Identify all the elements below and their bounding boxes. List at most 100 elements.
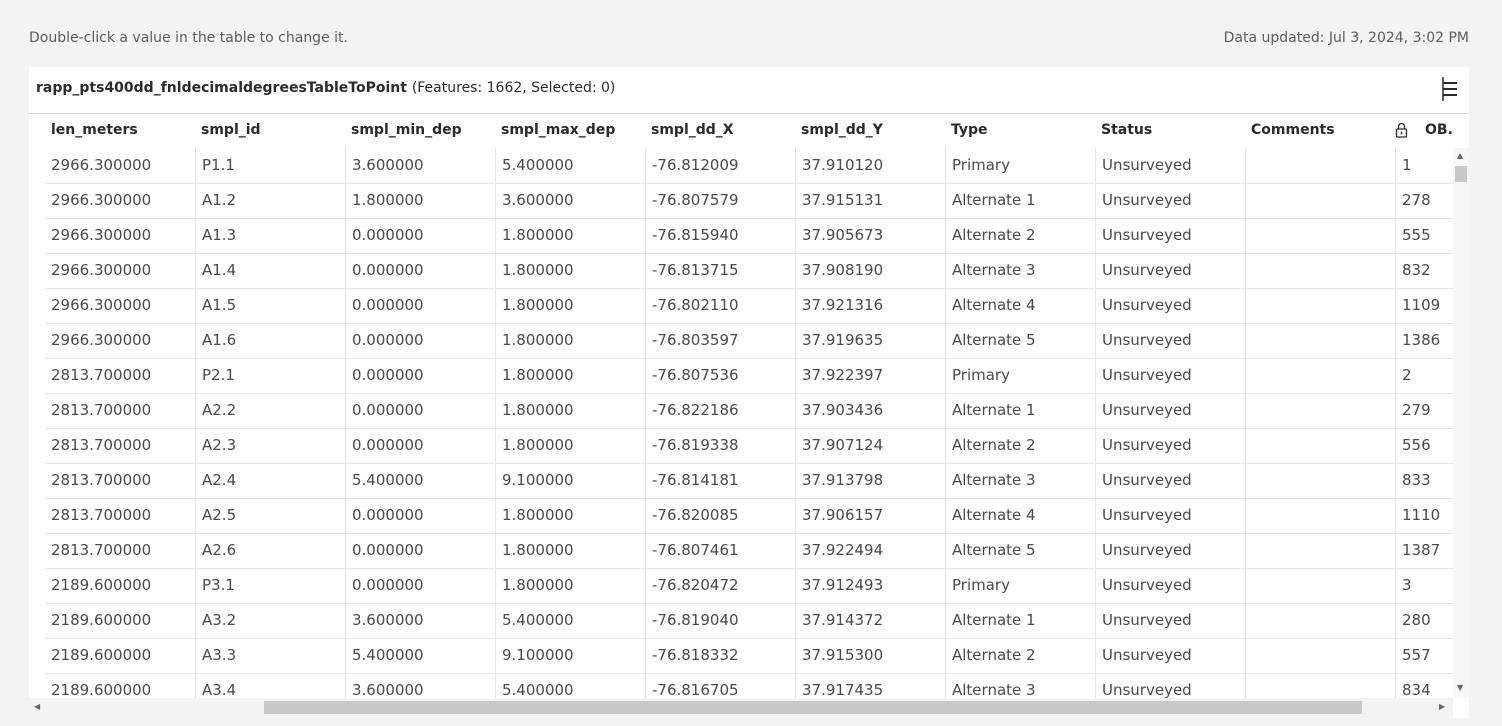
column-header-smpl-max-dep[interactable]: smpl_max_dep — [501, 122, 615, 138]
table-cell-smpl-max-dep[interactable]: 5.400000 — [495, 603, 645, 638]
table-cell-smpl-dd-x[interactable]: -76.819040 — [645, 603, 795, 638]
table-row[interactable]: 2813.700000 A2.3 0.000000 1.800000 -76.81933… — [45, 428, 1453, 464]
table-cell-comments[interactable] — [1245, 183, 1395, 218]
table-cell-smpl-dd-y[interactable]: 37.914372 — [795, 603, 945, 638]
table-cell-status[interactable]: Unsurveyed — [1095, 253, 1245, 288]
table-cell-ob[interactable]: 832 — [1395, 253, 1453, 288]
table-cell-comments[interactable] — [1245, 253, 1395, 288]
table-cell-smpl-dd-x[interactable]: -76.814181 — [645, 463, 795, 498]
table-cell-smpl-dd-x[interactable]: -76.807536 — [645, 358, 795, 393]
table-cell-smpl-id[interactable]: A2.4 — [195, 463, 345, 498]
column-header-smpl-dd-x[interactable]: smpl_dd_X — [651, 122, 734, 138]
table-cell-ob[interactable]: 278 — [1395, 183, 1453, 218]
vertical-scroll-thumb[interactable] — [1455, 166, 1467, 182]
table-cell-smpl-id[interactable]: P1.1 — [195, 148, 345, 183]
column-header-ob[interactable]: OB. — [1425, 122, 1453, 138]
table-cell-len-meters[interactable]: 2189.600000 — [45, 603, 195, 638]
table-cell-smpl-max-dep[interactable]: 1.800000 — [495, 428, 645, 463]
table-cell-smpl-max-dep[interactable]: 9.100000 — [495, 638, 645, 673]
table-row[interactable]: 2189.600000 A3.4 3.600000 5.400000 -76.81670… — [45, 673, 1453, 698]
table-cell-comments[interactable] — [1245, 288, 1395, 323]
table-cell-len-meters[interactable]: 2189.600000 — [45, 638, 195, 673]
table-cell-smpl-dd-x[interactable]: -76.813715 — [645, 253, 795, 288]
table-cell-smpl-dd-y[interactable]: 37.906157 — [795, 498, 945, 533]
table-cell-smpl-min-dep[interactable]: 0.000000 — [345, 498, 495, 533]
table-cell-status[interactable]: Unsurveyed — [1095, 533, 1245, 568]
table-cell-len-meters[interactable]: 2966.300000 — [45, 323, 195, 358]
table-cell-comments[interactable] — [1245, 533, 1395, 568]
table-row[interactable]: 2813.700000 A2.4 5.400000 9.100000 -76.81418… — [45, 463, 1453, 499]
table-cell-smpl-id[interactable]: A3.2 — [195, 603, 345, 638]
table-cell-smpl-id[interactable]: A2.2 — [195, 393, 345, 428]
table-cell-comments[interactable] — [1245, 323, 1395, 358]
table-cell-smpl-min-dep[interactable]: 5.400000 — [345, 463, 495, 498]
table-cell-smpl-dd-x[interactable]: -76.822186 — [645, 393, 795, 428]
table-row[interactable]: 2966.300000 A1.3 0.000000 1.800000 -76.81594… — [45, 218, 1453, 254]
column-header-comments[interactable]: Comments — [1251, 122, 1335, 138]
table-cell-comments[interactable] — [1245, 498, 1395, 533]
table-cell-ob[interactable]: 2 — [1395, 358, 1453, 393]
table-cell-smpl-dd-x[interactable]: -76.803597 — [645, 323, 795, 358]
table-cell-smpl-dd-y[interactable]: 37.913798 — [795, 463, 945, 498]
table-cell-smpl-dd-y[interactable]: 37.905673 — [795, 218, 945, 253]
table-cell-ob[interactable]: 555 — [1395, 218, 1453, 253]
table-cell-type[interactable]: Alternate 3 — [945, 463, 1095, 498]
table-cell-len-meters[interactable]: 2813.700000 — [45, 533, 195, 568]
table-cell-type[interactable]: Alternate 1 — [945, 183, 1095, 218]
table-cell-smpl-dd-y[interactable]: 37.917435 — [795, 673, 945, 698]
table-cell-smpl-dd-y[interactable]: 37.915131 — [795, 183, 945, 218]
table-options-button[interactable] — [1439, 75, 1461, 103]
table-cell-smpl-dd-y[interactable]: 37.915300 — [795, 638, 945, 673]
table-cell-comments[interactable] — [1245, 218, 1395, 253]
table-cell-smpl-id[interactable]: A3.4 — [195, 673, 345, 698]
table-cell-status[interactable]: Unsurveyed — [1095, 463, 1245, 498]
table-cell-len-meters[interactable]: 2189.600000 — [45, 568, 195, 603]
scroll-down-arrow-icon[interactable]: ▼ — [1457, 684, 1463, 692]
table-cell-smpl-dd-y[interactable]: 37.921316 — [795, 288, 945, 323]
table-cell-smpl-dd-y[interactable]: 37.922397 — [795, 358, 945, 393]
table-cell-smpl-max-dep[interactable]: 1.800000 — [495, 288, 645, 323]
table-cell-status[interactable]: Unsurveyed — [1095, 638, 1245, 673]
table-cell-len-meters[interactable]: 2813.700000 — [45, 358, 195, 393]
table-cell-len-meters[interactable]: 2813.700000 — [45, 498, 195, 533]
table-cell-smpl-id[interactable]: P3.1 — [195, 568, 345, 603]
table-cell-smpl-dd-x[interactable]: -76.820085 — [645, 498, 795, 533]
table-cell-status[interactable]: Unsurveyed — [1095, 183, 1245, 218]
column-header-len-meters[interactable]: len_meters — [51, 122, 138, 138]
table-cell-smpl-min-dep[interactable]: 3.600000 — [345, 603, 495, 638]
table-cell-smpl-min-dep[interactable]: 1.800000 — [345, 183, 495, 218]
table-cell-smpl-dd-x[interactable]: -76.820472 — [645, 568, 795, 603]
table-cell-comments[interactable] — [1245, 673, 1395, 698]
table-cell-type[interactable]: Alternate 1 — [945, 393, 1095, 428]
scroll-left-arrow-icon[interactable]: ◀ — [34, 703, 40, 711]
table-cell-ob[interactable]: 1109 — [1395, 288, 1453, 323]
table-cell-smpl-id[interactable]: A3.3 — [195, 638, 345, 673]
table-cell-ob[interactable]: 1386 — [1395, 323, 1453, 358]
table-cell-comments[interactable] — [1245, 393, 1395, 428]
table-cell-smpl-dd-x[interactable]: -76.807461 — [645, 533, 795, 568]
table-cell-smpl-dd-x[interactable]: -76.816705 — [645, 673, 795, 698]
table-cell-ob[interactable]: 833 — [1395, 463, 1453, 498]
table-cell-status[interactable]: Unsurveyed — [1095, 218, 1245, 253]
table-cell-ob[interactable]: 834 — [1395, 673, 1453, 698]
table-cell-smpl-min-dep[interactable]: 3.600000 — [345, 148, 495, 183]
table-row[interactable]: 2813.700000 P2.1 0.000000 1.800000 -76.80753… — [45, 358, 1453, 394]
table-cell-smpl-max-dep[interactable]: 1.800000 — [495, 218, 645, 253]
table-cell-smpl-id[interactable]: A1.3 — [195, 218, 345, 253]
table-cell-ob[interactable]: 280 — [1395, 603, 1453, 638]
table-cell-len-meters[interactable]: 2966.300000 — [45, 183, 195, 218]
column-header-smpl-min-dep[interactable]: smpl_min_dep — [351, 122, 462, 138]
scroll-right-arrow-icon[interactable]: ▶ — [1439, 703, 1445, 711]
table-cell-smpl-dd-y[interactable]: 37.919635 — [795, 323, 945, 358]
table-cell-ob[interactable]: 279 — [1395, 393, 1453, 428]
table-cell-smpl-min-dep[interactable]: 0.000000 — [345, 393, 495, 428]
table-cell-smpl-id[interactable]: P2.1 — [195, 358, 345, 393]
table-cell-len-meters[interactable]: 2813.700000 — [45, 428, 195, 463]
table-cell-smpl-min-dep[interactable]: 5.400000 — [345, 638, 495, 673]
table-cell-type[interactable]: Alternate 2 — [945, 218, 1095, 253]
table-cell-type[interactable]: Alternate 3 — [945, 673, 1095, 698]
table-cell-smpl-dd-x[interactable]: -76.819338 — [645, 428, 795, 463]
table-cell-smpl-min-dep[interactable]: 0.000000 — [345, 533, 495, 568]
column-header-type[interactable]: Type — [951, 122, 988, 138]
table-cell-smpl-id[interactable]: A1.2 — [195, 183, 345, 218]
